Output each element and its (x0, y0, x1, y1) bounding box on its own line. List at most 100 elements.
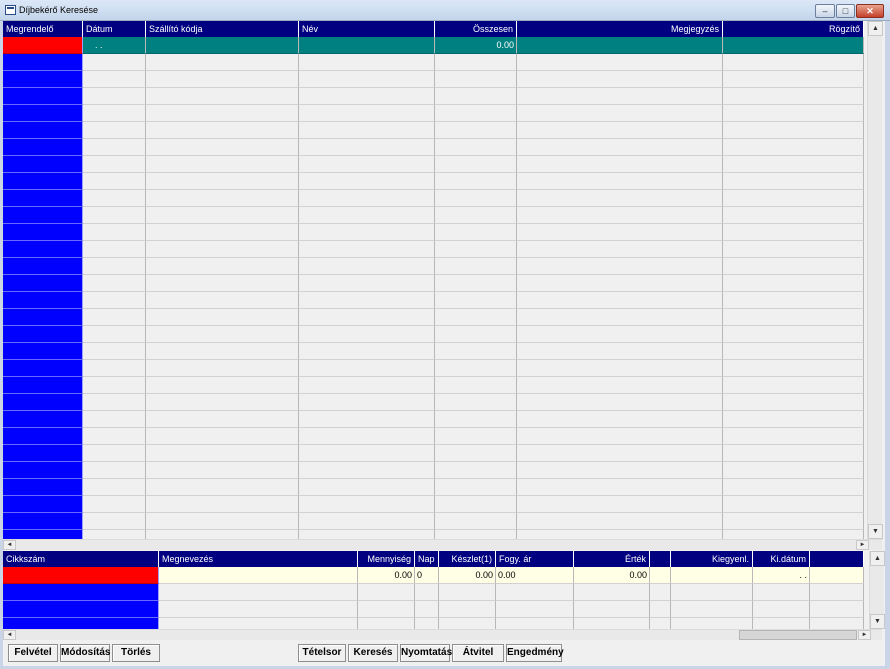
table-cell[interactable] (517, 292, 723, 309)
table-cell[interactable] (299, 139, 435, 156)
table-cell[interactable] (723, 139, 864, 156)
table-cell[interactable] (810, 601, 864, 618)
table-cell[interactable] (723, 241, 864, 258)
table-cell[interactable] (723, 326, 864, 343)
table-row[interactable] (3, 207, 864, 224)
table-row[interactable] (3, 71, 864, 88)
table-cell[interactable] (299, 445, 435, 462)
table-row[interactable]: 0.00 0 0.00 0.00 0.00. . (3, 567, 864, 584)
table-cell[interactable] (299, 360, 435, 377)
table-cell[interactable] (83, 139, 146, 156)
row-selector[interactable] (3, 343, 83, 360)
table-cell[interactable] (299, 292, 435, 309)
table-cell[interactable] (753, 601, 810, 618)
table-cell[interactable] (650, 584, 671, 601)
scroll-down-icon[interactable]: ▼ (870, 614, 885, 629)
row-selector[interactable] (3, 241, 83, 258)
table-row[interactable] (3, 584, 864, 601)
table-cell[interactable] (723, 360, 864, 377)
table-cell[interactable] (435, 258, 517, 275)
table-cell[interactable] (146, 122, 299, 139)
table-cell[interactable] (146, 37, 299, 54)
table-cell[interactable] (83, 377, 146, 394)
table-cell[interactable] (83, 224, 146, 241)
table-cell[interactable] (517, 37, 723, 54)
table-cell[interactable] (146, 309, 299, 326)
felvetel-button[interactable]: Felvétel (8, 644, 58, 662)
table-cell[interactable] (83, 190, 146, 207)
table-cell[interactable] (435, 88, 517, 105)
table-cell[interactable] (83, 394, 146, 411)
row-selector[interactable] (3, 394, 83, 411)
table-cell[interactable] (159, 584, 358, 601)
row-selector[interactable] (3, 156, 83, 173)
table-cell[interactable] (299, 496, 435, 513)
table-cell[interactable] (517, 309, 723, 326)
table-cell[interactable] (83, 88, 146, 105)
table-cell[interactable] (83, 105, 146, 122)
table-cell[interactable] (723, 411, 864, 428)
table-cell[interactable] (83, 309, 146, 326)
column-header[interactable]: Megnevezés (159, 551, 358, 567)
column-header[interactable] (810, 551, 864, 567)
table-cell[interactable] (435, 445, 517, 462)
table-cell[interactable] (723, 496, 864, 513)
row-selector[interactable] (3, 309, 83, 326)
table-cell[interactable] (435, 292, 517, 309)
table-cell[interactable] (810, 618, 864, 629)
table-cell[interactable] (671, 584, 753, 601)
table-row[interactable] (3, 343, 864, 360)
row-selector[interactable] (3, 513, 83, 530)
table-cell[interactable] (723, 309, 864, 326)
column-header[interactable]: Nap (415, 551, 439, 567)
table-cell[interactable] (299, 343, 435, 360)
table-cell[interactable] (723, 54, 864, 71)
column-header[interactable]: Megjegyzés (517, 21, 723, 37)
row-selector[interactable] (3, 428, 83, 445)
table-cell[interactable] (574, 584, 650, 601)
table-cell[interactable] (299, 173, 435, 190)
table-cell[interactable] (83, 513, 146, 530)
table-row[interactable] (3, 377, 864, 394)
table-cell[interactable] (496, 584, 574, 601)
table-cell[interactable] (146, 411, 299, 428)
table-row[interactable] (3, 54, 864, 71)
table-cell[interactable] (723, 190, 864, 207)
table-row[interactable] (3, 601, 864, 618)
table-row[interactable] (3, 618, 864, 629)
table-row[interactable] (3, 190, 864, 207)
row-selector[interactable] (3, 37, 83, 54)
table-cell[interactable] (435, 207, 517, 224)
table-cell[interactable] (83, 258, 146, 275)
table-cell[interactable] (496, 618, 574, 629)
torles-button[interactable]: Törlés (112, 644, 160, 662)
close-button[interactable]: ✕ (856, 4, 884, 18)
row-selector[interactable] (3, 601, 159, 618)
table-cell[interactable] (299, 394, 435, 411)
table-cell[interactable]: 0.00 (439, 567, 496, 584)
table-cell[interactable] (517, 326, 723, 343)
table-cell[interactable] (146, 445, 299, 462)
table-row[interactable] (3, 513, 864, 530)
table-cell[interactable] (517, 241, 723, 258)
table-row[interactable] (3, 275, 864, 292)
column-header[interactable]: Megrendelő (3, 21, 83, 37)
table-cell[interactable] (358, 584, 415, 601)
scroll-left-icon[interactable]: ◄ (3, 540, 16, 550)
table-cell[interactable] (517, 479, 723, 496)
table-cell[interactable] (810, 584, 864, 601)
table-cell[interactable] (146, 326, 299, 343)
table-cell[interactable] (517, 71, 723, 88)
table-cell[interactable] (83, 241, 146, 258)
table-cell[interactable] (435, 71, 517, 88)
table-row[interactable]: . . 0.00 (3, 37, 864, 54)
table-cell[interactable] (435, 513, 517, 530)
table-cell[interactable]: 0.00 (358, 567, 415, 584)
table-cell[interactable] (435, 394, 517, 411)
table-cell[interactable] (435, 343, 517, 360)
table-cell[interactable] (723, 173, 864, 190)
table-row[interactable] (3, 394, 864, 411)
table-row[interactable] (3, 173, 864, 190)
table-cell[interactable] (723, 428, 864, 445)
table-cell[interactable] (753, 584, 810, 601)
